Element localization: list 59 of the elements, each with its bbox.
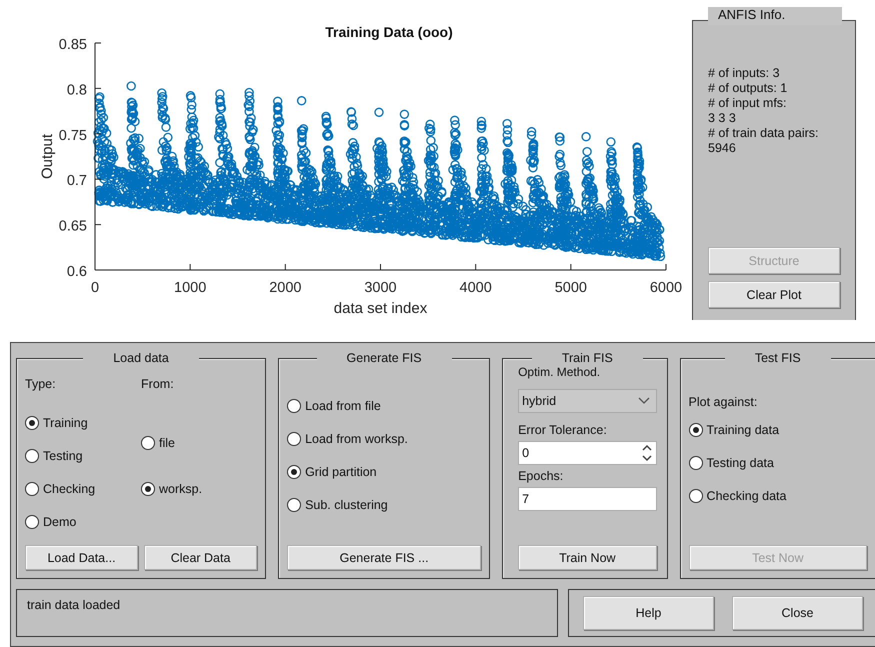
push-button[interactable]: Load Data... [25,545,138,570]
radio-option[interactable]: Testing [25,447,142,465]
push-button[interactable]: Clear Plot [708,281,840,308]
x-axis-label: data set index [334,300,428,317]
radio-option[interactable]: Checking data [688,487,867,505]
info-text: # of outputs: 1 [708,81,788,96]
radio-option[interactable]: Sub. clustering [287,496,482,514]
radio-option[interactable]: Checking [25,480,142,498]
info-text: # of train data pairs: [708,126,820,141]
radio-option[interactable]: Grid partition [287,463,482,481]
y-tick-label: 0.85 [58,37,87,53]
radio-option[interactable]: Demo [25,513,142,531]
x-tick-label: 0 [90,280,100,296]
group-title: Load data [83,351,199,365]
radio-option[interactable]: Testing data [688,454,867,472]
from-label: From: [141,377,175,391]
method-dropdown[interactable]: hybrid [518,389,657,413]
method-label: Optim. Method. [518,365,602,379]
push-button[interactable]: Close [732,596,863,630]
tolerance-label: Error Tolerance: [518,423,608,437]
epochs-label: Epochs: [518,469,564,483]
radio-option[interactable]: Training [25,414,142,432]
x-tick-label: 4000 [460,280,492,296]
push-button[interactable]: Clear Data [144,545,258,570]
y-tick-label: 0.8 [66,82,87,98]
radio-option[interactable]: Load from file [287,397,482,415]
type-label: Type: [25,377,57,391]
panel-title: ANFIS Info. [708,7,842,25]
y-tick-label: 0.65 [58,218,87,235]
x-tick-label: 3000 [364,280,397,296]
plot-against-label: Plot against: [688,395,758,409]
x-tick-label: 5000 [554,280,587,296]
radio-option[interactable]: worksp. [141,480,258,498]
x-tick-label: 2000 [269,280,302,296]
info-text: 3 3 3 [708,111,737,126]
spinner-arrows-icon [642,443,652,463]
chevron-down-icon [638,397,650,405]
group-title: Test FIS [724,351,831,365]
info-text: # of input mfs: [708,96,788,111]
radio-option[interactable]: file [141,434,258,452]
radio-option[interactable]: Load from worksp. [287,430,482,448]
x-tick-label: 1000 [174,280,206,296]
info-text: 5946 [708,141,737,156]
info-text: # of inputs: 3 [708,66,781,81]
generate-fis-button[interactable]: Generate FIS ... [287,545,482,570]
y-tick-label: 0.6 [66,264,87,280]
group-title: Generate FIS [316,351,452,365]
push-button[interactable]: Help [583,596,714,630]
y-tick-label: 0.7 [66,173,87,190]
y-tick-label: 0.75 [58,128,87,144]
chart-title: Training Data (ooo) [325,24,453,40]
y-axis-label: Output [39,134,56,180]
tolerance-field[interactable]: 0 [518,441,657,465]
train-now-button[interactable]: Train Now [518,545,657,570]
epochs-field[interactable]: 7 [518,487,657,511]
x-tick-label: 6000 [650,280,682,296]
radio-option[interactable]: Training data [688,421,867,439]
group-title: Train FIS [532,351,643,365]
status-text: train data loaded [27,598,120,612]
